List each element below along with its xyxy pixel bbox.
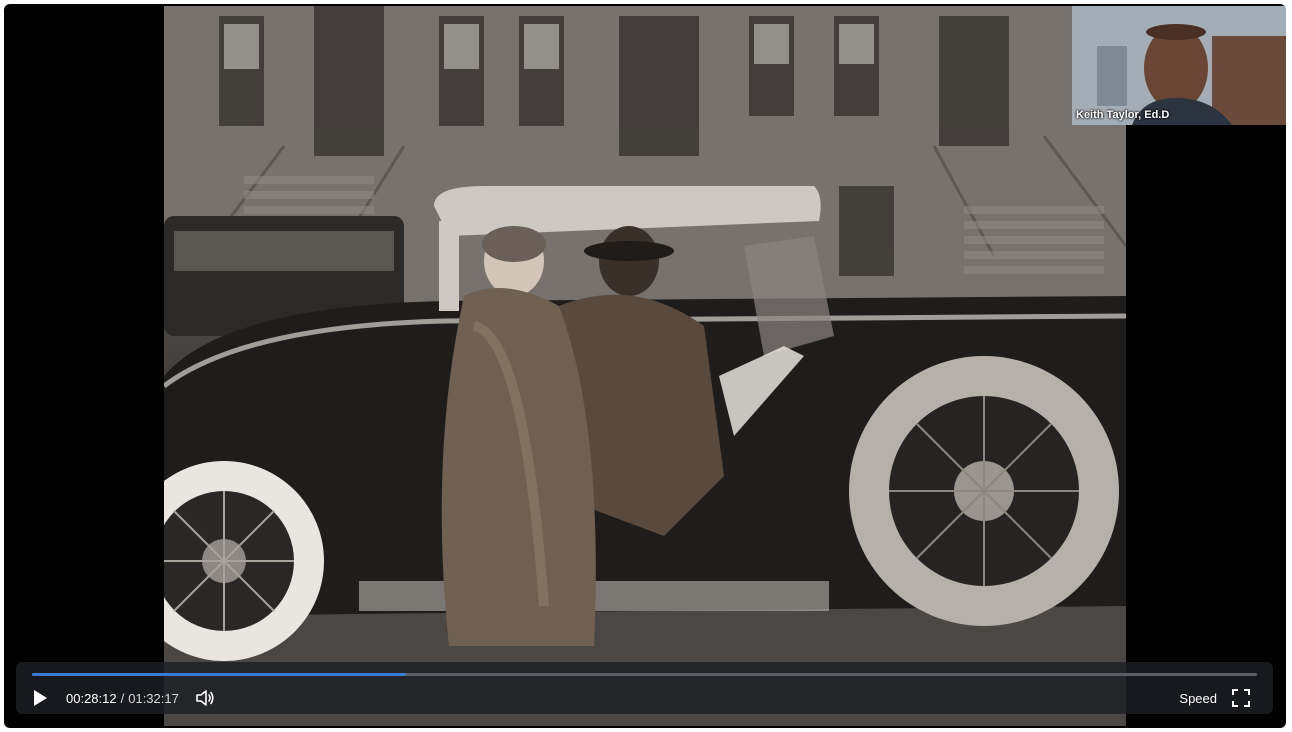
progress-bar[interactable] xyxy=(32,673,1257,676)
volume-icon xyxy=(196,690,214,706)
play-icon xyxy=(34,690,47,706)
progress-fill xyxy=(32,673,406,676)
slide-photo xyxy=(164,6,1126,726)
time-separator: / xyxy=(120,690,125,706)
participant-name: Keith Taylor, Ed.D xyxy=(1076,109,1170,121)
control-row: 00:28:12 / 01:32:17 Speed xyxy=(16,684,1273,712)
video-player[interactable]: Keith Taylor, Ed.D 00:28:12 / 01:32:17 S… xyxy=(4,4,1286,728)
player-control-bar: 00:28:12 / 01:32:17 Speed xyxy=(16,662,1273,714)
webcam-tile[interactable]: Keith Taylor, Ed.D xyxy=(1072,6,1286,125)
photo-illustration xyxy=(164,6,1126,726)
volume-button[interactable] xyxy=(195,688,215,708)
participant-video xyxy=(1072,6,1286,125)
play-button[interactable] xyxy=(30,688,50,708)
time-display: 00:28:12 / 01:32:17 xyxy=(66,691,179,706)
speed-button[interactable]: Speed xyxy=(1179,691,1217,706)
fullscreen-button[interactable] xyxy=(1231,688,1251,708)
total-time: 01:32:17 xyxy=(128,690,179,706)
fullscreen-icon xyxy=(1232,689,1250,707)
current-time: 00:28:12 xyxy=(66,690,117,706)
